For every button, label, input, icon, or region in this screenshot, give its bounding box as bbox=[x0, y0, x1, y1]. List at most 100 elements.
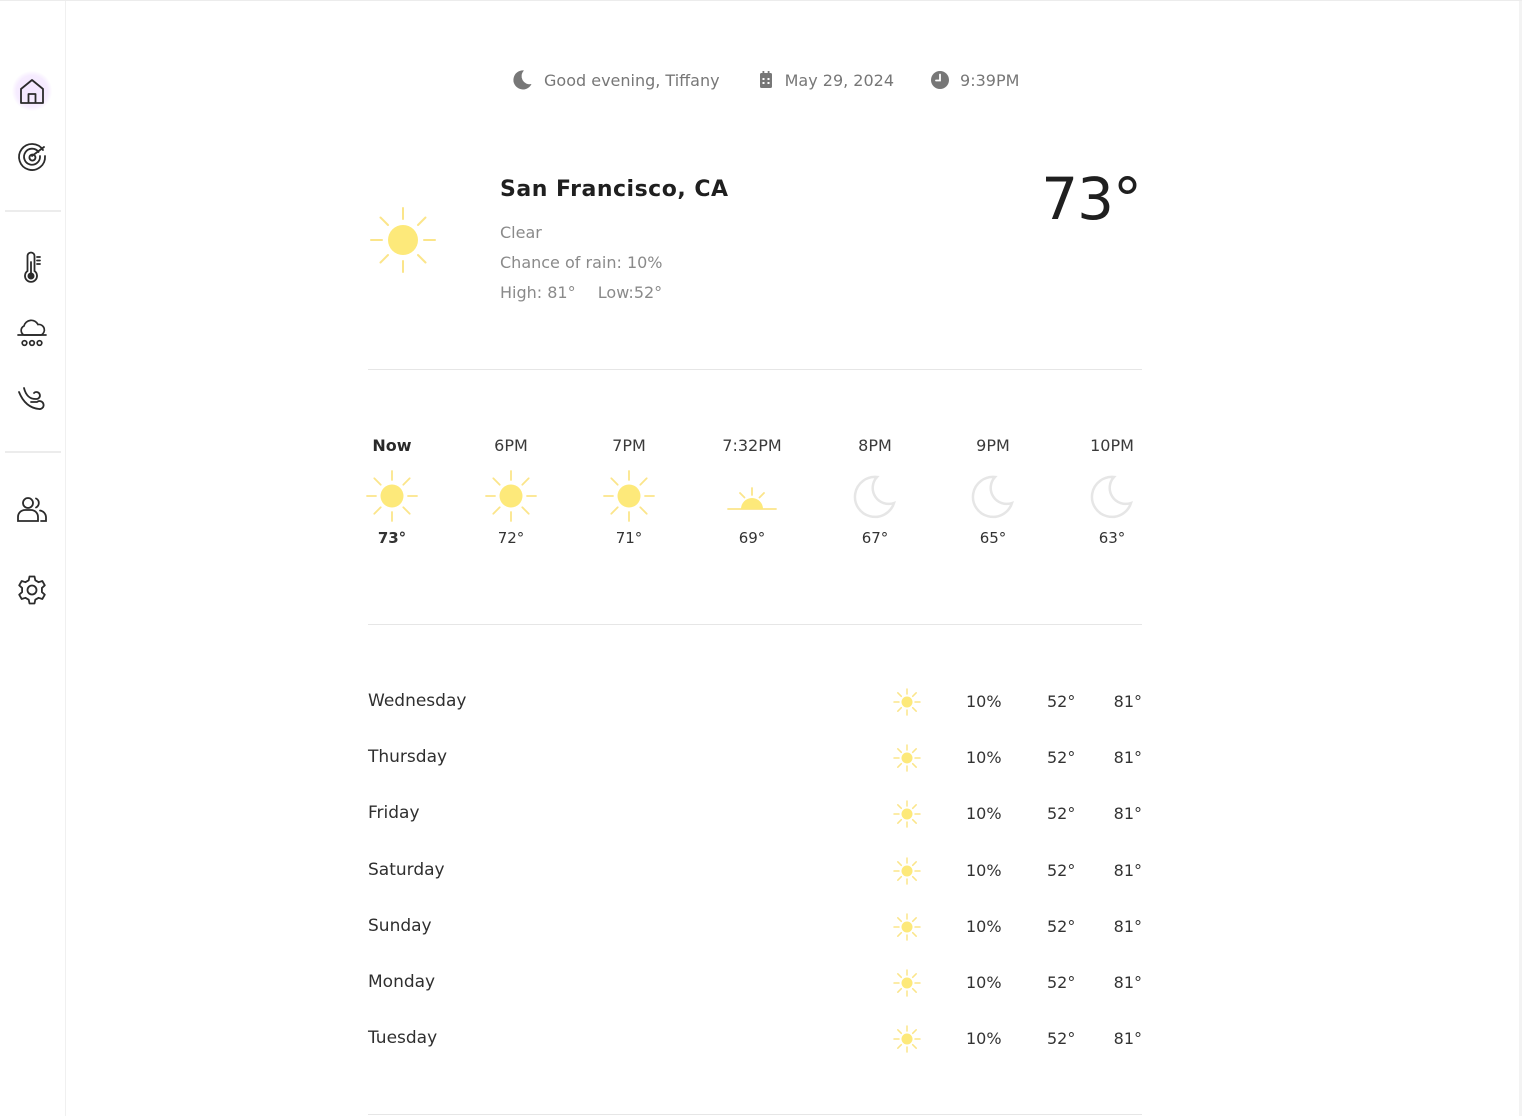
day-high-temp: 81° bbox=[1113, 691, 1142, 711]
day-low-temp: 52° bbox=[1047, 691, 1076, 711]
sidebar-divider bbox=[5, 451, 61, 453]
nav-people-button[interactable] bbox=[12, 490, 52, 530]
list-item: Tuesday 10% 52° 81° bbox=[368, 1023, 1142, 1053]
day-high-temp: 81° bbox=[1113, 972, 1142, 992]
sun-icon bbox=[603, 470, 655, 522]
sun-icon bbox=[893, 1025, 921, 1053]
day-high-temp: 81° bbox=[1113, 803, 1142, 823]
current-date: May 29, 2024 bbox=[757, 70, 894, 90]
day-rain-chance: 10% bbox=[966, 1028, 1002, 1048]
hour-temp: 67° bbox=[861, 529, 889, 547]
day-low-temp: 52° bbox=[1047, 747, 1076, 767]
sidebar bbox=[0, 1, 66, 1116]
day-high-temp: 81° bbox=[1113, 747, 1142, 767]
sun-icon bbox=[485, 470, 537, 522]
day-rain-chance: 10% bbox=[966, 860, 1002, 880]
hour-label: 7PM bbox=[612, 436, 646, 455]
day-name: Thursday bbox=[368, 747, 448, 767]
nav-precipitation-button[interactable] bbox=[12, 313, 52, 353]
sidebar-divider bbox=[5, 210, 61, 212]
moon-icon bbox=[971, 475, 1014, 519]
list-item: Saturday 10% 52° 81° bbox=[368, 855, 1142, 885]
date-text: May 29, 2024 bbox=[784, 70, 895, 90]
greeting-text: Good evening, Tiffany bbox=[544, 70, 720, 90]
hour-label: 7:32PM bbox=[722, 436, 782, 455]
day-high-temp: 81° bbox=[1113, 1028, 1142, 1048]
day-name: Friday bbox=[368, 803, 420, 823]
sun-icon bbox=[370, 207, 436, 273]
hour-item: 7:32PM 69° bbox=[712, 433, 792, 547]
moon-icon bbox=[853, 475, 896, 519]
nav-settings-button[interactable] bbox=[12, 570, 52, 610]
sun-icon bbox=[893, 800, 921, 828]
day-name: Tuesday bbox=[368, 1028, 438, 1048]
people-icon bbox=[17, 497, 47, 522]
sun-icon bbox=[893, 744, 921, 772]
day-name: Saturday bbox=[368, 860, 445, 880]
home-icon bbox=[20, 79, 44, 104]
moon-icon bbox=[1090, 475, 1133, 519]
low-temp: Low:52° bbox=[597, 283, 663, 302]
clock-icon bbox=[931, 71, 950, 89]
calendar-icon bbox=[759, 71, 772, 88]
day-high-temp: 81° bbox=[1113, 916, 1142, 936]
hour-item: Now 73° bbox=[352, 433, 432, 547]
divider bbox=[368, 1114, 1142, 1115]
nav-radar-button[interactable] bbox=[12, 136, 52, 176]
hour-temp: 65° bbox=[979, 529, 1007, 547]
hour-temp: 73° bbox=[377, 529, 407, 547]
greeting: Good evening, Tiffany bbox=[510, 68, 720, 92]
nav-temperature-button[interactable] bbox=[12, 248, 52, 288]
day-rain-chance: 10% bbox=[966, 747, 1002, 767]
hour-item: 6PM 72° bbox=[471, 433, 551, 547]
list-item: Monday 10% 52° 81° bbox=[368, 967, 1142, 997]
sun-icon bbox=[366, 470, 418, 522]
day-low-temp: 52° bbox=[1047, 972, 1076, 992]
day-name: Wednesday bbox=[368, 691, 467, 711]
hour-label: 10PM bbox=[1090, 436, 1134, 455]
status-bar: Good evening, Tiffany May 29, 2024 9:39P… bbox=[510, 67, 1019, 93]
hour-item: 7PM 71° bbox=[589, 433, 669, 547]
day-low-temp: 52° bbox=[1047, 860, 1076, 880]
hour-temp: 72° bbox=[497, 529, 525, 547]
day-rain-chance: 10% bbox=[966, 972, 1002, 992]
divider bbox=[368, 624, 1142, 625]
weather-app: Good evening, Tiffany May 29, 2024 9:39P… bbox=[0, 0, 1522, 1116]
hour-temp: 71° bbox=[615, 529, 643, 547]
wind-icon bbox=[18, 387, 45, 410]
sunset-icon bbox=[727, 487, 777, 510]
day-rain-chance: 10% bbox=[966, 803, 1002, 823]
radar-icon bbox=[18, 143, 46, 171]
day-rain-chance: 10% bbox=[966, 916, 1002, 936]
current-condition: Clear bbox=[500, 223, 542, 242]
day-low-temp: 52° bbox=[1047, 803, 1076, 823]
list-item: Friday 10% 52° 81° bbox=[368, 798, 1142, 828]
city-name: San Francisco, CA bbox=[500, 177, 729, 202]
nav-home-button[interactable] bbox=[12, 71, 52, 111]
sun-icon bbox=[893, 913, 921, 941]
sun-icon bbox=[893, 969, 921, 997]
rain-cloud-icon bbox=[17, 319, 47, 347]
hour-label: 8PM bbox=[858, 436, 892, 455]
list-item: Thursday 10% 52° 81° bbox=[368, 742, 1142, 772]
day-high-temp: 81° bbox=[1113, 860, 1142, 880]
hour-item: 9PM 65° bbox=[953, 433, 1033, 547]
hour-label: Now bbox=[372, 436, 412, 455]
hour-item: 8PM 67° bbox=[835, 433, 915, 547]
hour-item: 10PM 63° bbox=[1072, 433, 1152, 547]
nav-wind-button[interactable] bbox=[12, 377, 52, 417]
thermometer-icon bbox=[24, 251, 41, 283]
list-item: Wednesday 10% 52° 81° bbox=[368, 686, 1142, 716]
sun-icon bbox=[893, 857, 921, 885]
hour-label: 9PM bbox=[976, 436, 1010, 455]
high-temp: High: 81° bbox=[500, 283, 576, 302]
list-item: Sunday 10% 52° 81° bbox=[368, 911, 1142, 941]
hour-label: 6PM bbox=[494, 436, 528, 455]
hour-temp: 69° bbox=[738, 529, 766, 547]
moon-icon bbox=[513, 70, 532, 90]
day-rain-chance: 10% bbox=[966, 691, 1002, 711]
day-name: Monday bbox=[368, 972, 436, 992]
current-temperature: 73° bbox=[1041, 165, 1142, 233]
chance-of-rain: Chance of rain: 10% bbox=[500, 253, 663, 272]
day-low-temp: 52° bbox=[1047, 1028, 1076, 1048]
